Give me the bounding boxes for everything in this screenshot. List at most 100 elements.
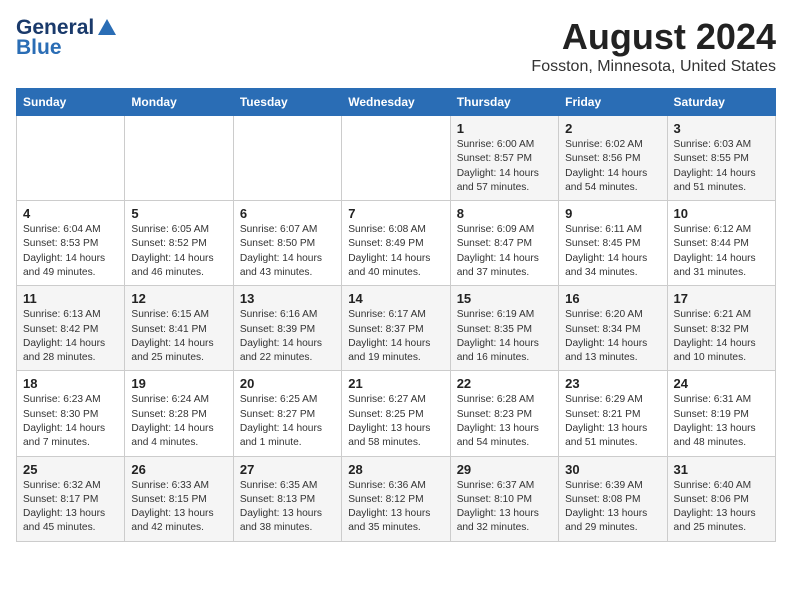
calendar-cell: 22Sunrise: 6:28 AM Sunset: 8:23 PM Dayli… — [450, 371, 558, 456]
day-number: 5 — [131, 206, 226, 221]
day-of-week-header: Wednesday — [342, 89, 450, 116]
day-number: 11 — [23, 291, 118, 306]
calendar-cell: 8Sunrise: 6:09 AM Sunset: 8:47 PM Daylig… — [450, 201, 558, 286]
day-info: Sunrise: 6:36 AM Sunset: 8:12 PM Dayligh… — [348, 479, 443, 536]
day-number: 30 — [565, 462, 660, 477]
day-number: 28 — [348, 462, 443, 477]
calendar-cell: 17 Sunrise: 6:21 AM Sunset: 8:32 PM Dayli… — [667, 286, 775, 371]
day-info: Sunrise: 6:04 AM Sunset: 8:53 PM Dayligh… — [23, 223, 118, 280]
title-area: August 2024 Fosston, Minnesota, United S… — [531, 16, 776, 76]
calendar-cell: 21 Sunrise: 6:27 AM Sunset: 8:25 PM Dayli… — [342, 371, 450, 456]
day-info: Sunrise: 6:16 AM Sunset: 8:39 PM Dayligh… — [240, 308, 335, 365]
day-number: 15 — [457, 291, 552, 306]
calendar-cell: 16 Sunrise: 6:20 AM Sunset: 8:34 PM Dayli… — [559, 286, 667, 371]
day-number: 31 — [674, 462, 769, 477]
calendar-cell: 2Sunrise: 6:02 AM Sunset: 8:56 PM Daylig… — [559, 116, 667, 201]
day-of-week-header: Thursday — [450, 89, 558, 116]
day-number: 1 — [457, 121, 552, 136]
day-number: 9 — [565, 206, 660, 221]
calendar-cell: 14 Sunrise: 6:17 AM Sunset: 8:37 PM Dayli… — [342, 286, 450, 371]
calendar-cell — [125, 116, 233, 201]
day-number: 17 — [674, 291, 769, 306]
month-title: August 2024 — [531, 16, 776, 58]
day-of-week-header: Friday — [559, 89, 667, 116]
logo: General Blue — [16, 16, 118, 60]
calendar-cell: 23 Sunrise: 6:29 AM Sunset: 8:21 PM Dayli… — [559, 371, 667, 456]
calendar-cell: 7 Sunrise: 6:08 AM Sunset: 8:49 PM Daylig… — [342, 201, 450, 286]
page-header: General Blue August 2024 Fosston, Minnes… — [16, 16, 776, 76]
day-info: Sunrise: 6:27 AM Sunset: 8:25 PM Dayligh… — [348, 393, 443, 450]
day-info: Sunrise: 6:13 AM Sunset: 8:42 PM Dayligh… — [23, 308, 118, 365]
calendar-cell: 4Sunrise: 6:04 AM Sunset: 8:53 PM Daylig… — [17, 201, 125, 286]
day-number: 29 — [457, 462, 552, 477]
calendar-cell — [233, 116, 341, 201]
calendar-cell: 27 Sunrise: 6:35 AM Sunset: 8:13 PM Dayli… — [233, 456, 341, 541]
day-info: Sunrise: 6:05 AM Sunset: 8:52 PM Dayligh… — [131, 223, 226, 280]
day-number: 27 — [240, 462, 335, 477]
day-number: 8 — [457, 206, 552, 221]
day-number: 2 — [565, 121, 660, 136]
calendar-cell: 12Sunrise: 6:15 AM Sunset: 8:41 PM Dayli… — [125, 286, 233, 371]
calendar-week-row: 18Sunrise: 6:23 AM Sunset: 8:30 PM Dayli… — [17, 371, 776, 456]
day-info: Sunrise: 6:32 AM Sunset: 8:17 PM Dayligh… — [23, 479, 118, 536]
day-info: Sunrise: 6:20 AM Sunset: 8:34 PM Dayligh… — [565, 308, 660, 365]
calendar-cell: 31 Sunrise: 6:40 AM Sunset: 8:06 PM Dayli… — [667, 456, 775, 541]
day-number: 14 — [348, 291, 443, 306]
calendar-cell: 3Sunrise: 6:03 AM Sunset: 8:55 PM Daylig… — [667, 116, 775, 201]
day-number: 7 — [348, 206, 443, 221]
day-info: Sunrise: 6:40 AM Sunset: 8:06 PM Dayligh… — [674, 479, 769, 536]
day-number: 6 — [240, 206, 335, 221]
day-info: Sunrise: 6:00 AM Sunset: 8:57 PM Dayligh… — [457, 138, 552, 195]
day-info: Sunrise: 6:33 AM Sunset: 8:15 PM Dayligh… — [131, 479, 226, 536]
day-number: 23 — [565, 376, 660, 391]
day-info: Sunrise: 6:03 AM Sunset: 8:55 PM Dayligh… — [674, 138, 769, 195]
calendar-cell: 10Sunrise: 6:12 AM Sunset: 8:44 PM Dayli… — [667, 201, 775, 286]
calendar-cell: 26 Sunrise: 6:33 AM Sunset: 8:15 PM Dayli… — [125, 456, 233, 541]
day-info: Sunrise: 6:17 AM Sunset: 8:37 PM Dayligh… — [348, 308, 443, 365]
day-number: 20 — [240, 376, 335, 391]
day-of-week-header: Sunday — [17, 89, 125, 116]
day-number: 16 — [565, 291, 660, 306]
calendar-cell: 19 Sunrise: 6:24 AM Sunset: 8:28 PM Dayli… — [125, 371, 233, 456]
calendar-cell: 13 Sunrise: 6:16 AM Sunset: 8:39 PM Dayli… — [233, 286, 341, 371]
day-info: Sunrise: 6:29 AM Sunset: 8:21 PM Dayligh… — [565, 393, 660, 450]
day-info: Sunrise: 6:24 AM Sunset: 8:28 PM Dayligh… — [131, 393, 226, 450]
day-number: 19 — [131, 376, 226, 391]
calendar-week-row: 11 Sunrise: 6:13 AM Sunset: 8:42 PM Dayli… — [17, 286, 776, 371]
calendar-cell: 29Sunrise: 6:37 AM Sunset: 8:10 PM Dayli… — [450, 456, 558, 541]
calendar-cell: 6 Sunrise: 6:07 AM Sunset: 8:50 PM Daylig… — [233, 201, 341, 286]
calendar-week-row: 4Sunrise: 6:04 AM Sunset: 8:53 PM Daylig… — [17, 201, 776, 286]
day-number: 13 — [240, 291, 335, 306]
location-title: Fosston, Minnesota, United States — [531, 58, 776, 76]
day-info: Sunrise: 6:28 AM Sunset: 8:23 PM Dayligh… — [457, 393, 552, 450]
day-info: Sunrise: 6:19 AM Sunset: 8:35 PM Dayligh… — [457, 308, 552, 365]
day-info: Sunrise: 6:21 AM Sunset: 8:32 PM Dayligh… — [674, 308, 769, 365]
logo-blue: Blue — [16, 36, 62, 60]
day-number: 25 — [23, 462, 118, 477]
day-info: Sunrise: 6:23 AM Sunset: 8:30 PM Dayligh… — [23, 393, 118, 450]
day-info: Sunrise: 6:07 AM Sunset: 8:50 PM Dayligh… — [240, 223, 335, 280]
calendar-cell — [17, 116, 125, 201]
calendar-cell: 18Sunrise: 6:23 AM Sunset: 8:30 PM Dayli… — [17, 371, 125, 456]
calendar-header-row: SundayMondayTuesdayWednesdayThursdayFrid… — [17, 89, 776, 116]
day-number: 12 — [131, 291, 226, 306]
day-info: Sunrise: 6:35 AM Sunset: 8:13 PM Dayligh… — [240, 479, 335, 536]
day-info: Sunrise: 6:39 AM Sunset: 8:08 PM Dayligh… — [565, 479, 660, 536]
calendar-cell: 30 Sunrise: 6:39 AM Sunset: 8:08 PM Dayli… — [559, 456, 667, 541]
day-number: 26 — [131, 462, 226, 477]
calendar-cell — [342, 116, 450, 201]
day-info: Sunrise: 6:25 AM Sunset: 8:27 PM Dayligh… — [240, 393, 335, 450]
day-info: Sunrise: 6:31 AM Sunset: 8:19 PM Dayligh… — [674, 393, 769, 450]
calendar-table: SundayMondayTuesdayWednesdayThursdayFrid… — [16, 88, 776, 542]
day-of-week-header: Monday — [125, 89, 233, 116]
day-number: 24 — [674, 376, 769, 391]
day-number: 10 — [674, 206, 769, 221]
calendar-cell: 1 Sunrise: 6:00 AM Sunset: 8:57 PM Daylig… — [450, 116, 558, 201]
calendar-week-row: 1 Sunrise: 6:00 AM Sunset: 8:57 PM Daylig… — [17, 116, 776, 201]
day-number: 21 — [348, 376, 443, 391]
logo-icon — [96, 17, 118, 39]
calendar-cell: 24 Sunrise: 6:31 AM Sunset: 8:19 PM Dayli… — [667, 371, 775, 456]
calendar-cell: 11 Sunrise: 6:13 AM Sunset: 8:42 PM Dayli… — [17, 286, 125, 371]
day-info: Sunrise: 6:08 AM Sunset: 8:49 PM Dayligh… — [348, 223, 443, 280]
day-of-week-header: Saturday — [667, 89, 775, 116]
